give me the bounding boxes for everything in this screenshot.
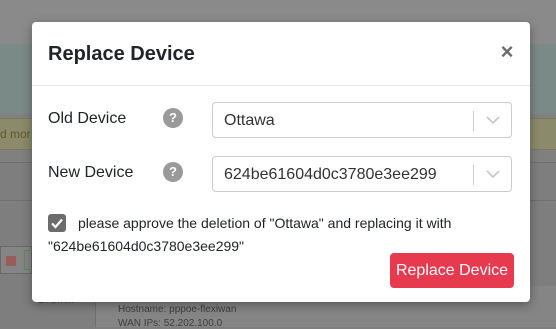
background-wan-ips: WAN IPs: 52.202.100.0 — [118, 318, 223, 329]
close-icon[interactable]: × — [499, 41, 515, 63]
background-hostname: Hostname: pppoe-flexiwan — [118, 304, 237, 315]
old-device-value: Ottawa — [224, 112, 275, 129]
modal-title: Replace Device — [48, 43, 195, 65]
check-icon — [51, 218, 63, 229]
chevron-down-icon[interactable] — [485, 114, 501, 126]
background-warning-text: d mor — [0, 127, 31, 141]
old-device-select[interactable]: Ottawa — [212, 102, 512, 138]
help-icon[interactable]: ? — [163, 162, 183, 182]
background-status-indicator — [6, 256, 16, 266]
approve-checkbox[interactable] — [48, 214, 66, 232]
approve-text: please approve the deletion of "Ottawa" … — [78, 215, 452, 231]
select-separator — [473, 111, 474, 131]
old-device-label: Old Device — [48, 110, 127, 127]
help-icon[interactable]: ? — [163, 108, 183, 128]
new-device-value: 624be61604d0c3780e3ee299 — [224, 166, 437, 183]
new-device-label: New Device — [48, 164, 134, 181]
replace-device-button[interactable]: Replace Device — [390, 253, 514, 288]
select-separator — [473, 165, 474, 185]
approve-text-continued: "624be61604d0c3780e3ee299" — [48, 238, 245, 254]
replace-device-modal: Replace Device × Old Device ? Ottawa New… — [32, 22, 530, 302]
new-device-select[interactable]: 624be61604d0c3780e3ee299 — [212, 156, 512, 192]
modal-header: Replace Device × — [32, 22, 530, 86]
chevron-down-icon[interactable] — [485, 168, 501, 180]
